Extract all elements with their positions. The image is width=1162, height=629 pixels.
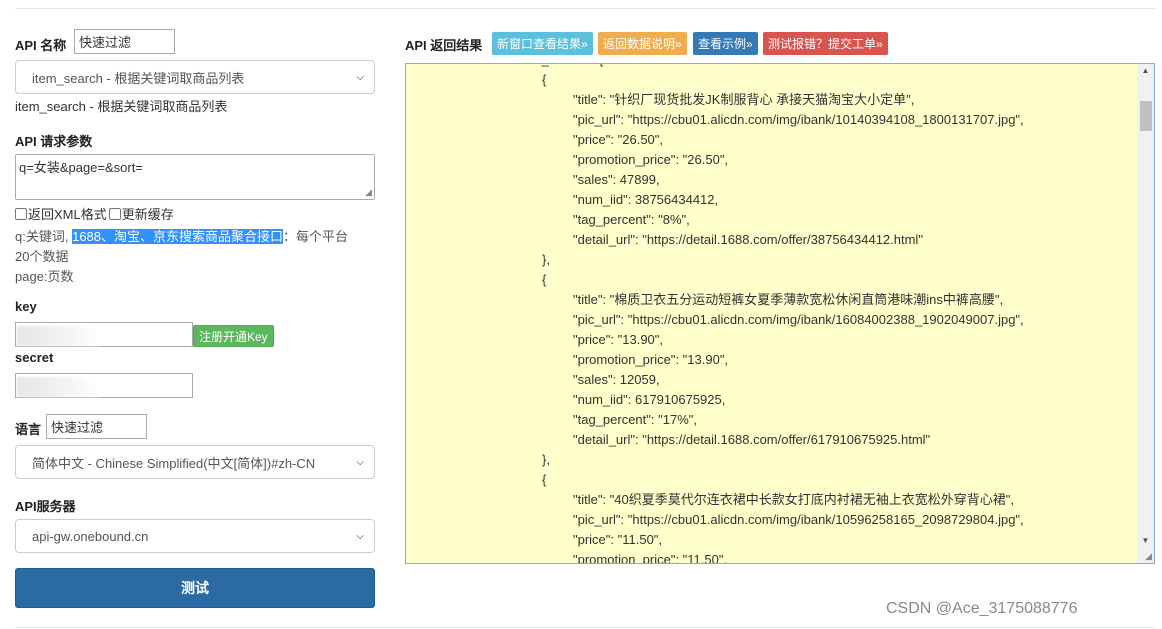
api-filter-input[interactable]: 快速过滤 — [74, 29, 175, 54]
params-textarea[interactable]: q=女装&page=&sort= ◢ — [15, 154, 375, 200]
language-select-value: 简体中文 - Chinese Simplified(中文[简体])#zh-CN — [32, 455, 316, 471]
params-value: q=女装&page=&sort= — [19, 160, 143, 175]
hint-line2: 20个数据 — [15, 249, 69, 264]
report-error-button[interactable]: 测试报错？提交工单» — [763, 32, 888, 55]
code-line: item_search": [ — [517, 64, 603, 70]
code-line: "tag_percent": "8%", — [573, 212, 690, 227]
server-select[interactable]: api-gw.onebound.cn ⌵ — [15, 519, 375, 553]
code-line: "promotion_price": "13.90", — [573, 352, 729, 367]
bottom-divider — [15, 627, 1155, 628]
open-new-window-button[interactable]: 新窗口查看结果» — [492, 32, 593, 55]
code-line: "title": "棉质卫衣五分运动短裤女夏季薄款宽松休闲直筒港味潮ins中裤高… — [573, 292, 1004, 307]
code-line: "num_iid": 38756434412, — [573, 192, 719, 207]
checkbox-icon — [108, 207, 121, 220]
code-line: "tag_percent": "17%", — [573, 412, 697, 427]
resize-grip-icon: ◢ — [365, 187, 372, 197]
vertical-scrollbar[interactable]: ▲ ▼ — [1137, 64, 1154, 563]
hint-suffix: ：每个平台 — [283, 229, 349, 244]
xml-checkbox[interactable]: 返回XML格式 — [15, 204, 107, 223]
checkbox-icon — [15, 207, 27, 220]
cache-checkbox-label: 更新缓存 — [121, 207, 174, 222]
options-row: 返回XML格式 更新缓存 — [15, 204, 174, 223]
code-line: "pic_url": "https://cbu01.alicdn.com/img… — [573, 312, 1024, 327]
xml-checkbox-label: 返回XML格式 — [28, 207, 107, 222]
result-code-box[interactable]: item_search": [ { "title": "针织厂现货批发JK制服背心 … — [405, 63, 1155, 564]
key-label: key — [15, 299, 37, 314]
api-select[interactable]: item_search - 根据关键词取商品列表 ⌵ — [15, 60, 375, 94]
code-line: { — [542, 72, 547, 87]
code-line: "pic_url": "https://cbu01.alicdn.com/img… — [573, 112, 1024, 127]
code-line: "title": "针织厂现货批发JK制服背心 承接天猫淘宝大小定单", — [573, 92, 915, 107]
scrollbar-thumb[interactable] — [1140, 101, 1152, 131]
view-example-button[interactable]: 查看示例» — [693, 32, 758, 55]
code-line: "pic_url": "https://cbu01.alicdn.com/img… — [573, 512, 1024, 527]
result-label: API 返回结果 — [405, 38, 483, 53]
param-hint: q:关键词, 1688、淘宝、京东搜索商品聚合接口：每个平台 20个数据 pag… — [15, 227, 377, 287]
code-line: { — [542, 472, 547, 487]
chevron-down-icon: ⌵ — [356, 530, 364, 542]
language-filter-input[interactable]: 快速过滤 — [46, 414, 147, 439]
secret-label: secret — [15, 350, 54, 365]
chevron-down-icon: ⌵ — [356, 71, 364, 83]
api-name-label: API 名称 — [15, 38, 67, 53]
code-line: "promotion_price": "26.50", — [573, 152, 729, 167]
code-line: }, — [542, 452, 550, 467]
code-line: "sales": 12059, — [573, 372, 660, 387]
hint-line3: page:页数 — [15, 269, 74, 284]
code-line: "detail_url": "https://detail.1688.com/o… — [573, 232, 923, 247]
code-line: "price": "13.90", — [573, 332, 664, 347]
code-line: "detail_url": "https://detail.1688.com/o… — [573, 432, 931, 447]
result-code-content: item_search": [ { "title": "针织厂现货批发JK制服背心 … — [406, 64, 1136, 563]
secret-input[interactable] — [15, 373, 193, 398]
code-line: "sales": 47899, — [573, 172, 660, 187]
scroll-down-icon[interactable]: ▼ — [1137, 536, 1154, 545]
language-label: 语言 — [15, 422, 42, 437]
params-label: API 请求参数 — [15, 134, 93, 149]
left-panel: API 名称 快速过滤 item_search - 根据关键词取商品列表 ⌵ i… — [15, 0, 375, 608]
code-line: "price": "11.50", — [573, 532, 663, 547]
code-line: }, — [542, 252, 550, 267]
code-line: "num_iid": 617910675925, — [573, 392, 726, 407]
key-input[interactable] — [15, 322, 193, 347]
api-select-value: item_search - 根据关键词取商品列表 — [32, 70, 245, 86]
resize-grip-icon: ◢ — [1145, 551, 1152, 561]
language-select[interactable]: 简体中文 - Chinese Simplified(中文[简体])#zh-CN … — [15, 445, 375, 479]
server-select-value: api-gw.onebound.cn — [32, 528, 149, 544]
redacted-value — [17, 377, 99, 397]
chevron-down-icon: ⌵ — [356, 456, 364, 468]
register-key-button[interactable]: 注册开通Key — [193, 325, 274, 347]
code-line: "title": "40织夏季莫代尔连衣裙中长款女打底内衬裙无袖上衣宽松外穿背心… — [573, 492, 1014, 507]
code-line: "promotion_price": "11.50", — [573, 552, 728, 563]
server-label: API服务器 — [15, 499, 76, 514]
watermark: CSDN @Ace_3175088776 — [886, 600, 1078, 617]
hint-prefix: q:关键词, — [15, 229, 69, 244]
cache-checkbox[interactable]: 更新缓存 — [108, 204, 174, 223]
redacted-value — [17, 326, 99, 346]
scroll-up-icon[interactable]: ▲ — [1137, 66, 1154, 75]
test-button[interactable]: 测试 — [15, 568, 375, 608]
api-description: item_search - 根据关键词取商品列表 — [15, 99, 228, 114]
data-description-button[interactable]: 返回数据说明» — [598, 32, 687, 55]
code-line: { — [542, 272, 547, 287]
hint-highlight: 1688、淘宝、京东搜索商品聚合接口 — [72, 229, 284, 244]
code-line: "price": "26.50", — [573, 132, 664, 147]
